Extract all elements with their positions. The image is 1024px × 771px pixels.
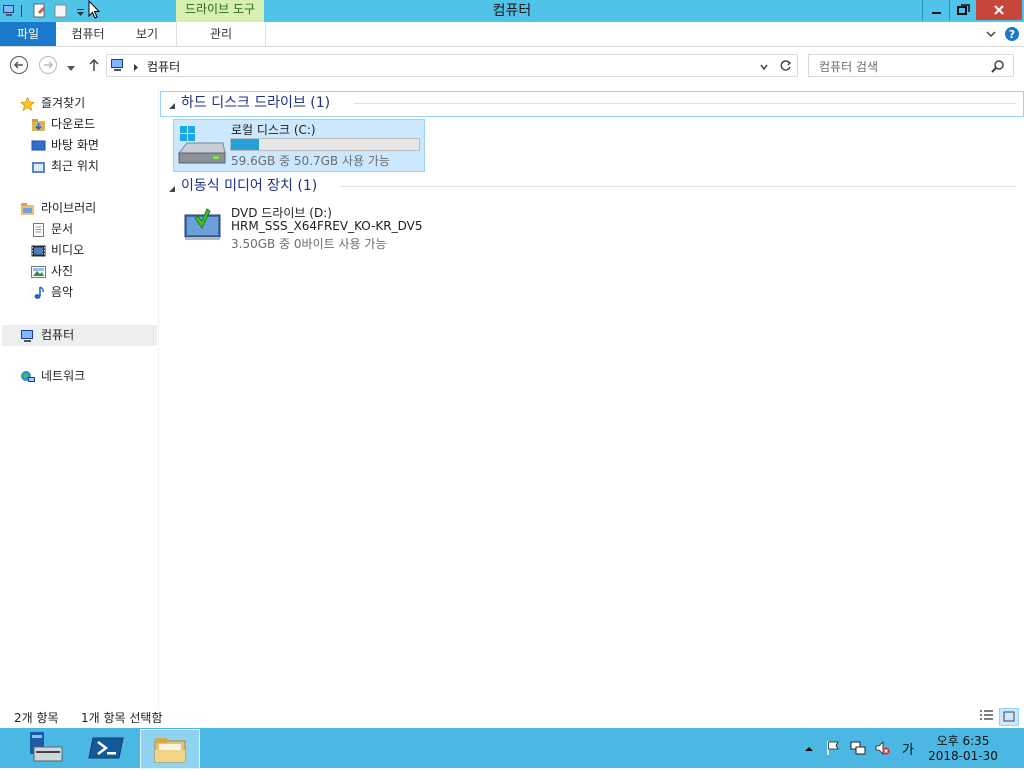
- app-icon[interactable]: [2, 4, 16, 18]
- mouse-cursor-icon: [88, 0, 101, 20]
- close-button[interactable]: [976, 0, 1022, 20]
- sidebar-label: 최근 위치: [51, 159, 99, 173]
- refresh-icon[interactable]: [779, 59, 792, 72]
- star-icon: [19, 96, 36, 112]
- action-center-flag-icon[interactable]: [825, 740, 841, 756]
- forward-button[interactable]: [38, 55, 58, 75]
- show-hidden-icons-icon[interactable]: [804, 743, 814, 753]
- group-divider: [340, 186, 1016, 187]
- powershell-button[interactable]: [79, 729, 135, 767]
- downloads-icon: [31, 118, 46, 132]
- desktop-icon: [31, 139, 46, 153]
- search-icon[interactable]: [991, 59, 1005, 73]
- tab-computer[interactable]: 컴퓨터: [58, 22, 118, 46]
- clock-date[interactable]: 2018-01-30: [924, 749, 1002, 763]
- breadcrumb-computer[interactable]: 컴퓨터: [147, 58, 180, 75]
- qat-separator: [21, 5, 22, 17]
- sidebar-label: 다운로드: [51, 117, 96, 131]
- sidebar-item-recent-places[interactable]: 최근 위치: [0, 156, 157, 177]
- group-title: 하드 디스크 드라이브 (1): [181, 95, 331, 111]
- large-icons-view-icon[interactable]: [999, 708, 1019, 726]
- pictures-icon: [31, 265, 46, 279]
- search-input[interactable]: 컴퓨터 검색: [819, 58, 878, 75]
- drive-usage-text: 59.6GB 중 50.7GB 사용 가능: [231, 154, 390, 168]
- server-manager-button[interactable]: [18, 729, 74, 767]
- sidebar-item-computer[interactable]: 컴퓨터: [0, 325, 157, 346]
- sidebar-item-favorites[interactable]: 즐겨찾기: [0, 93, 157, 114]
- search-box[interactable]: 컴퓨터 검색: [808, 54, 1014, 77]
- drive-name: 로컬 디스크 (C:): [231, 123, 316, 137]
- sidebar-label: 네트워크: [41, 369, 86, 383]
- group-title[interactable]: 이동식 미디어 장치 (1): [181, 176, 317, 196]
- new-folder-icon[interactable]: [54, 3, 68, 18]
- sidebar-label: 즐겨찾기: [41, 96, 86, 110]
- dvd-drive-icon[interactable]: [183, 207, 223, 241]
- sidebar-label: 컴퓨터: [41, 328, 75, 342]
- document-icon: [31, 223, 46, 237]
- drive-volume-label: HRM_SSS_X64FREV_KO-KR_DV5: [231, 219, 423, 233]
- music-icon: [31, 286, 46, 300]
- sidebar-label: 바탕 화면: [51, 138, 99, 152]
- file-explorer-button[interactable]: [140, 729, 200, 769]
- group-divider: [354, 103, 1016, 104]
- status-item-count: 2개 항목: [14, 711, 59, 725]
- sidebar-label: 사진: [51, 264, 74, 278]
- computer-icon: [110, 58, 126, 72]
- sidebar-item-libraries[interactable]: 라이브러리: [0, 198, 157, 219]
- tab-view[interactable]: 보기: [120, 22, 174, 46]
- sidebar-label: 문서: [51, 222, 74, 236]
- breadcrumb-chevron-icon[interactable]: [133, 61, 139, 71]
- tab-manage[interactable]: 관리: [176, 22, 266, 46]
- computer-icon: [20, 329, 35, 343]
- back-button[interactable]: [9, 55, 29, 75]
- up-button[interactable]: [86, 57, 102, 73]
- recent-places-icon: [31, 160, 46, 174]
- expand-ribbon-icon[interactable]: [984, 27, 998, 41]
- sidebar-label: 비디오: [51, 243, 85, 257]
- network-status-icon[interactable]: [850, 740, 866, 756]
- sidebar-item-music[interactable]: 음악: [0, 282, 157, 303]
- minimize-button[interactable]: [922, 0, 950, 20]
- drive-usage-bar: [230, 138, 420, 151]
- libraries-icon: [20, 202, 35, 216]
- input-method-indicator[interactable]: 가: [902, 739, 914, 758]
- sidebar-item-network[interactable]: 네트워크: [0, 366, 157, 387]
- sidebar-label: 라이브러리: [41, 201, 97, 215]
- window-title: 컴퓨터: [492, 3, 532, 19]
- video-icon: [31, 244, 46, 258]
- address-dropdown-icon[interactable]: [759, 61, 769, 71]
- network-icon: [20, 370, 35, 384]
- sidebar-item-desktop[interactable]: 바탕 화면: [0, 135, 157, 156]
- drive-usage-text: 3.50GB 중 0바이트 사용 가능: [231, 237, 387, 251]
- tab-file[interactable]: 파일: [0, 22, 56, 46]
- restore-button[interactable]: [949, 0, 977, 20]
- status-selection: 1개 항목 선택함: [81, 711, 163, 725]
- sidebar-item-downloads[interactable]: 다운로드: [0, 114, 157, 135]
- sidebar-item-documents[interactable]: 문서: [0, 219, 157, 240]
- navigation-pane: [0, 88, 159, 706]
- clock-time[interactable]: 오후 6:35: [924, 732, 1002, 749]
- sidebar-label: 음악: [51, 285, 74, 299]
- contextual-tab-drive-tools: 드라이브 도구: [176, 0, 264, 22]
- hard-drive-icon: [177, 123, 227, 167]
- volume-muted-icon[interactable]: [874, 740, 890, 756]
- collapse-arrow-icon[interactable]: [168, 99, 176, 109]
- details-view-icon[interactable]: [979, 709, 994, 722]
- address-bar[interactable]: 컴퓨터: [106, 54, 798, 77]
- help-icon[interactable]: ?: [1004, 26, 1020, 42]
- recent-locations-icon[interactable]: [66, 61, 76, 71]
- collapse-arrow-icon[interactable]: [168, 182, 176, 192]
- svg-text:?: ?: [1009, 28, 1015, 41]
- sidebar-item-pictures[interactable]: 사진: [0, 261, 157, 282]
- sidebar-item-videos[interactable]: 비디오: [0, 240, 157, 261]
- qat-dropdown-icon[interactable]: [76, 6, 85, 16]
- drive-usage-fill: [231, 139, 260, 150]
- properties-icon[interactable]: [33, 3, 47, 18]
